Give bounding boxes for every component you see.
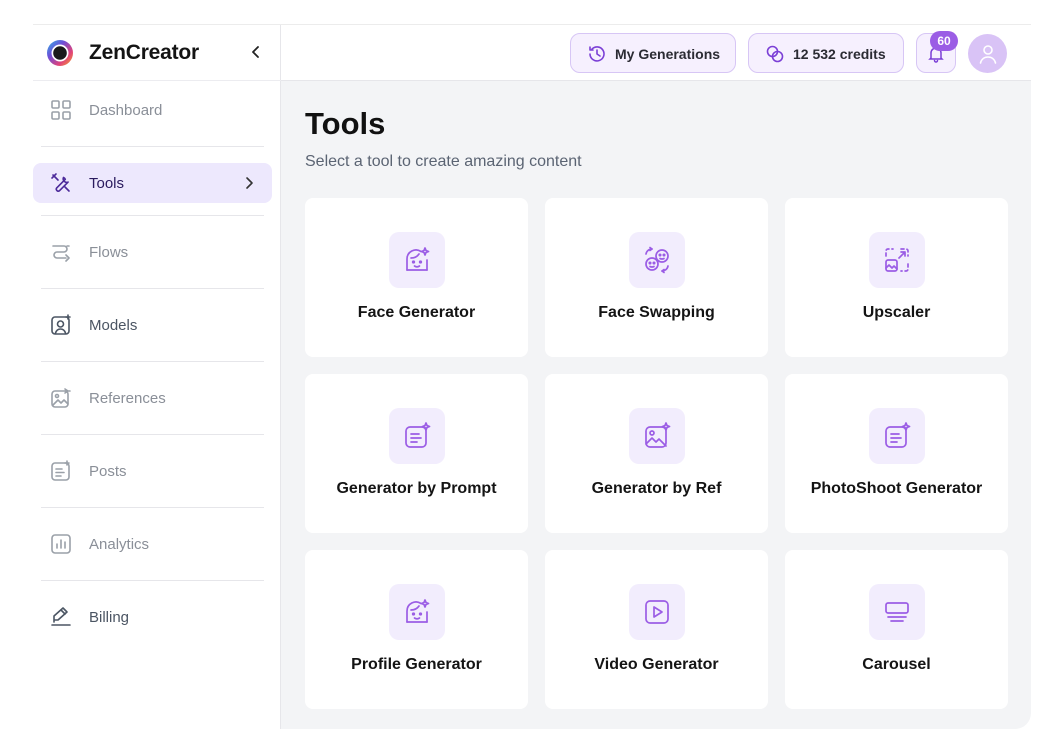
tools-icon — [51, 173, 70, 192]
divider — [41, 146, 264, 147]
tool-icon-container — [389, 408, 445, 464]
tool-title: Generator by Ref — [591, 480, 722, 497]
divider — [41, 215, 264, 216]
sidebar-item-flows[interactable]: Flows — [33, 232, 272, 272]
face-swap-icon — [645, 246, 669, 274]
tool-icon-container — [389, 232, 445, 288]
divider — [41, 288, 264, 289]
models-icon — [51, 314, 71, 335]
top-bar: My Generations 12 532 credits 60 — [281, 25, 1031, 81]
sidebar-item-analytics[interactable]: Analytics — [33, 524, 272, 564]
carousel-icon — [885, 602, 909, 622]
sidebar-item-dashboard[interactable]: Dashboard — [33, 90, 272, 130]
tool-icon-container — [389, 584, 445, 640]
posts-icon — [51, 460, 70, 481]
prompt-icon — [885, 422, 911, 448]
sidebar-item-label: Flows — [89, 244, 129, 261]
sidebar-item-label: References — [89, 390, 166, 407]
sidebar-item-label: Analytics — [89, 536, 150, 553]
sidebar: ZenCreator Dashboard Tools Flows Models … — [33, 25, 281, 729]
tool-card-generator-by-ref[interactable]: Generator by Ref — [545, 374, 768, 533]
tool-title: Face Generator — [357, 304, 476, 321]
tool-icon-container — [629, 584, 685, 640]
tool-card-upscaler[interactable]: Upscaler — [785, 198, 1008, 357]
prompt-icon — [405, 422, 431, 448]
sidebar-item-tools[interactable]: Tools — [33, 163, 272, 203]
tool-title: PhotoShoot Generator — [810, 480, 983, 497]
tool-card-generator-by-prompt[interactable]: Generator by Prompt — [305, 374, 528, 533]
main-content: Tools Select a tool to create amazing co… — [281, 81, 1031, 729]
image-ref-icon — [645, 422, 671, 448]
references-icon — [51, 388, 71, 408]
my-generations-label: My Generations — [615, 46, 721, 62]
chevron-right-icon — [246, 177, 253, 189]
user-icon — [979, 45, 997, 64]
video-icon — [645, 600, 669, 624]
collapse-sidebar-chevron-left-icon[interactable] — [245, 41, 267, 63]
tool-title: Generator by Prompt — [336, 480, 497, 497]
brand-header: ZenCreator — [33, 25, 281, 81]
tool-icon-container — [869, 584, 925, 640]
history-icon — [589, 46, 605, 62]
flows-icon — [52, 245, 70, 262]
tool-icon-container — [629, 408, 685, 464]
tool-icon-container — [629, 232, 685, 288]
tool-card-face-swapping[interactable]: Face Swapping — [545, 198, 768, 357]
page-title: Tools — [305, 106, 386, 141]
divider — [41, 434, 264, 435]
zencreator-logo-icon — [47, 40, 73, 66]
tool-title: Carousel — [862, 656, 931, 673]
sidebar-item-billing[interactable]: Billing — [33, 597, 272, 637]
credits-label: 12 532 credits — [793, 46, 886, 62]
tool-title: Face Swapping — [598, 304, 715, 321]
tool-title: Profile Generator — [351, 656, 482, 673]
tool-card-face-generator[interactable]: Face Generator — [305, 198, 528, 357]
tool-title: Video Generator — [594, 656, 719, 673]
sidebar-item-references[interactable]: References — [33, 378, 272, 418]
user-avatar[interactable] — [968, 34, 1007, 73]
my-generations-button[interactable]: My Generations — [570, 33, 736, 73]
tool-card-carousel[interactable]: Carousel — [785, 550, 1008, 709]
divider — [41, 580, 264, 581]
credits-button[interactable]: 12 532 credits — [748, 33, 904, 73]
page-subtitle: Select a tool to create amazing content — [305, 153, 582, 170]
tool-card-photoshoot-generator[interactable]: PhotoShoot Generator — [785, 374, 1008, 533]
sidebar-item-posts[interactable]: Posts — [33, 451, 272, 491]
sidebar-item-label: Billing — [89, 609, 130, 626]
tool-card-profile-generator[interactable]: Profile Generator — [305, 550, 528, 709]
notifications-count-badge: 60 — [930, 31, 958, 51]
tool-title: Upscaler — [862, 304, 931, 321]
sidebar-item-label: Models — [89, 317, 138, 334]
face-generator-icon — [406, 599, 430, 623]
tool-icon-container — [869, 232, 925, 288]
sidebar-item-label: Dashboard — [89, 102, 163, 119]
analytics-icon — [51, 534, 71, 554]
brand-name: ZenCreator — [89, 41, 200, 64]
billing-icon — [51, 607, 71, 626]
app-window: ZenCreator Dashboard Tools Flows Models … — [33, 24, 1031, 729]
upscale-icon — [885, 248, 909, 272]
dashboard-icon — [51, 100, 71, 120]
coins-icon — [766, 45, 784, 63]
face-generator-icon — [406, 247, 430, 271]
sidebar-item-label: Tools — [89, 175, 125, 192]
sidebar-item-models[interactable]: Models — [33, 305, 272, 345]
divider — [41, 507, 264, 508]
sidebar-item-label: Posts — [89, 463, 127, 480]
divider — [41, 361, 264, 362]
tool-card-video-generator[interactable]: Video Generator — [545, 550, 768, 709]
tool-icon-container — [869, 408, 925, 464]
